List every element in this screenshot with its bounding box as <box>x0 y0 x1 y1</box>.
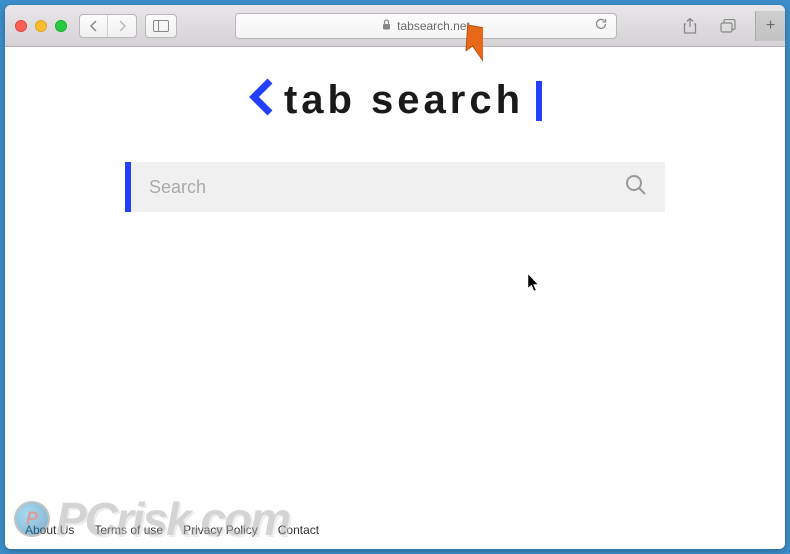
logo-bar-icon <box>536 81 542 121</box>
reload-icon <box>594 17 608 31</box>
site-logo: tab search <box>248 77 542 124</box>
chevron-left-icon <box>89 20 98 32</box>
annotation-arrow <box>438 22 483 67</box>
watermark-logo-icon <box>14 501 50 537</box>
search-box <box>131 162 665 212</box>
chevron-right-icon <box>118 20 127 32</box>
sidebar-icon <box>153 20 169 32</box>
forward-button[interactable] <box>108 15 136 37</box>
logo-text: tab search <box>284 78 524 123</box>
back-button[interactable] <box>80 15 108 37</box>
watermark: PCrisk.com <box>14 492 289 546</box>
watermark-text: PCrisk.com <box>56 492 289 546</box>
browser-toolbar: tabsearch.net + <box>5 5 785 47</box>
browser-window: tabsearch.net + <box>5 5 785 549</box>
toolbar-right: + <box>675 11 775 41</box>
share-icon <box>683 18 697 34</box>
sidebar-toggle-button[interactable] <box>145 14 177 38</box>
nav-buttons <box>79 14 137 38</box>
tabs-button[interactable] <box>713 14 743 38</box>
lock-icon <box>382 19 391 33</box>
search-input[interactable] <box>149 177 625 198</box>
reload-button[interactable] <box>594 17 608 34</box>
new-tab-button[interactable]: + <box>755 11 785 41</box>
window-controls <box>15 20 67 32</box>
plus-icon: + <box>766 17 775 35</box>
share-button[interactable] <box>675 14 705 38</box>
logo-chevron-icon <box>248 77 276 124</box>
minimize-window-button[interactable] <box>35 20 47 32</box>
close-window-button[interactable] <box>15 20 27 32</box>
search-button[interactable] <box>625 174 647 201</box>
search-container <box>125 162 665 212</box>
address-bar[interactable]: tabsearch.net <box>235 13 617 39</box>
maximize-window-button[interactable] <box>55 20 67 32</box>
mouse-cursor <box>528 274 540 295</box>
search-icon <box>625 174 647 196</box>
page-content: tab search About Us Terms of use Privacy… <box>5 47 785 549</box>
tabs-icon <box>720 19 736 33</box>
